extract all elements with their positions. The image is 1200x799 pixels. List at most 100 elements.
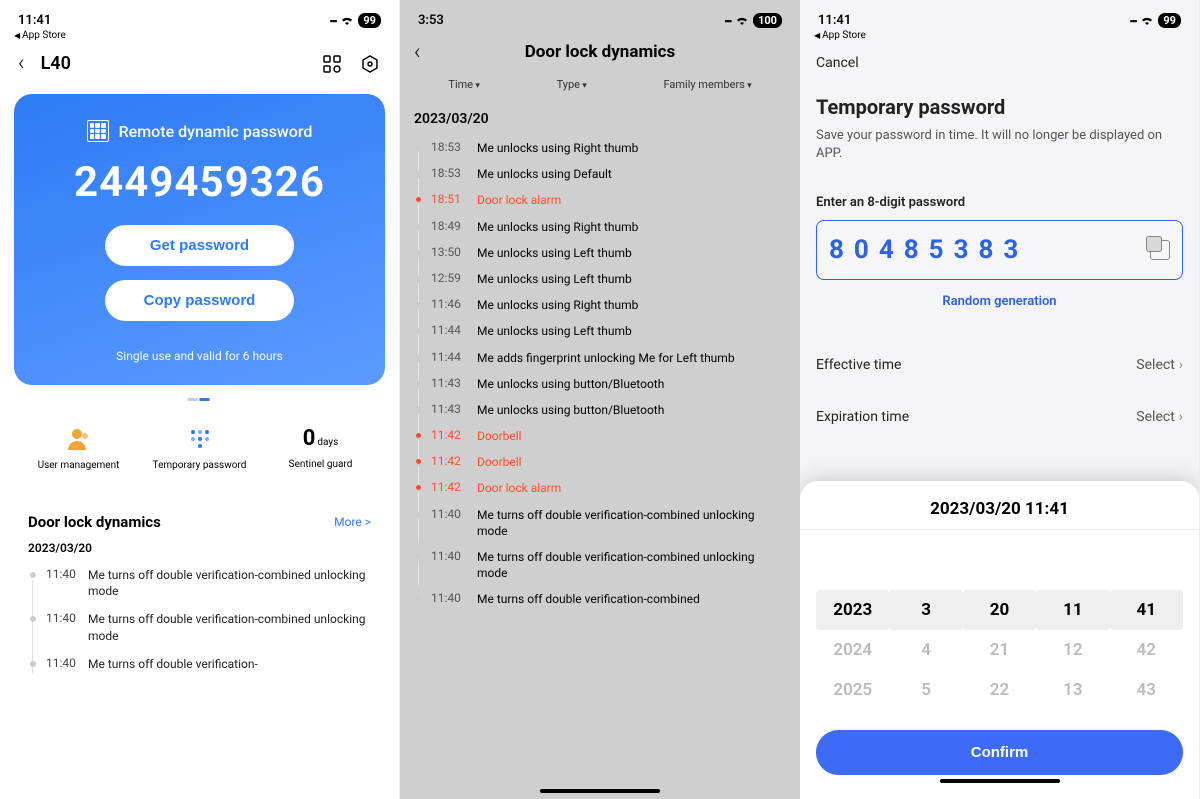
list-item[interactable]: 11:40Me turns off double verification-co… <box>414 544 786 586</box>
list-date-header: 2023/03/20 <box>414 111 786 127</box>
effective-time-row[interactable]: Effective time Select› <box>816 339 1183 391</box>
event-message: Door lock alarm <box>471 480 786 496</box>
picker-option[interactable]: 4 <box>889 630 962 670</box>
expiration-time-row[interactable]: Expiration time Select› <box>816 391 1183 443</box>
list-item[interactable]: 13:50Me unlocks using Left thumb <box>414 240 786 266</box>
picker-option[interactable]: 2025 <box>816 670 889 710</box>
list-item[interactable]: 11:40Me turns off double verification-co… <box>28 605 371 649</box>
picker-option[interactable]: 21 <box>963 630 1036 670</box>
timeline-dot-icon <box>30 572 36 578</box>
list-item[interactable]: 11:43Me unlocks using button/Bluetooth <box>414 371 786 397</box>
event-message: Me turns off double verification-combine… <box>471 549 786 581</box>
status-bar: 3:53 100 <box>400 6 800 28</box>
filter-family[interactable]: Family members <box>664 78 752 91</box>
confirm-button[interactable]: Confirm <box>816 730 1183 775</box>
picker-option[interactable]: 13 <box>1036 670 1109 710</box>
timeline-dot-icon <box>416 596 421 601</box>
dynamics-date: 2023/03/20 <box>28 541 371 555</box>
event-message: Me unlocks using button/Bluetooth <box>471 376 786 392</box>
list-item[interactable]: 11:40Me turns off double verification-co… <box>28 561 371 605</box>
event-message: Me unlocks using Left thumb <box>471 271 786 287</box>
wifi-icon <box>1140 16 1154 26</box>
expiration-time-label: Expiration time <box>816 409 909 425</box>
picker-option[interactable]: 22 <box>963 670 1036 710</box>
list-item[interactable]: 11:44Me unlocks using Left thumb <box>414 318 786 344</box>
back-button[interactable]: ‹ <box>414 40 421 65</box>
sentinel-guard-label: Sentinel guard <box>289 459 353 470</box>
timeline-dot-icon <box>30 661 36 667</box>
dynamics-more-link[interactable]: More > <box>334 515 371 529</box>
datetime-picker[interactable]: 202320242025345202122111213414243 <box>816 590 1183 710</box>
list-item[interactable]: 11:42Doorbell <box>414 423 786 449</box>
nav-title: Door lock dynamics <box>400 42 800 62</box>
qr-icon[interactable] <box>321 53 343 75</box>
timeline-dot-icon <box>416 512 421 517</box>
back-to-appstore[interactable]: App Store <box>800 28 1199 41</box>
timeline-dot-icon <box>30 616 36 622</box>
status-right: 99 <box>330 13 381 28</box>
temporary-password-button[interactable]: Temporary password <box>139 426 260 471</box>
list-item[interactable]: 12:59Me unlocks using Left thumb <box>414 266 786 292</box>
nav-bar: ‹ L40 <box>0 41 399 82</box>
random-generation-link[interactable]: Random generation <box>816 294 1183 309</box>
list-item[interactable]: 11:40Me turns off double verification-co… <box>414 586 786 612</box>
settings-icon[interactable] <box>359 53 381 75</box>
picker-option[interactable]: 43 <box>1110 670 1183 710</box>
picker-column[interactable]: 202320242025 <box>816 590 889 710</box>
timeline-dot-icon <box>416 554 421 559</box>
list-item[interactable]: 18:53Me unlocks using Default <box>414 161 786 187</box>
event-message: Me unlocks using Default <box>471 166 786 182</box>
password-input-box[interactable]: 80485383 <box>816 220 1183 280</box>
event-time: 11:42 <box>431 428 471 442</box>
picker-column[interactable]: 111213 <box>1036 590 1109 710</box>
event-message: Me turns off double verification-combine… <box>471 591 786 607</box>
back-to-appstore[interactable]: App Store <box>0 28 399 41</box>
list-item[interactable]: 18:53Me unlocks using Right thumb <box>414 135 786 161</box>
page-indicator: ▬▬ <box>14 393 385 404</box>
list-item[interactable]: 11:42Doorbell <box>414 449 786 475</box>
list-item[interactable]: 11:46Me unlocks using Right thumb <box>414 292 786 318</box>
home-indicator[interactable] <box>540 789 660 793</box>
event-time: 11:43 <box>431 402 471 416</box>
user-management-button[interactable]: User management <box>18 426 139 471</box>
get-password-button[interactable]: Get password <box>105 225 295 266</box>
sentinel-guard-button[interactable]: 0days Sentinel guard <box>260 426 381 471</box>
list-item[interactable]: 11:44Me adds fingerprint unlocking Me fo… <box>414 345 786 371</box>
picker-column[interactable]: 202122 <box>963 590 1036 710</box>
cancel-button[interactable]: Cancel <box>816 41 1183 79</box>
timeline-dot-icon <box>416 459 421 464</box>
home-indicator[interactable] <box>940 779 1060 783</box>
picker-selected: 11 <box>1036 590 1109 630</box>
list-item[interactable]: 18:49Me unlocks using Right thumb <box>414 214 786 240</box>
event-message: Me unlocks using Right thumb <box>471 219 786 235</box>
timeline-dot-icon <box>416 355 421 360</box>
event-time: 18:53 <box>431 140 471 154</box>
picker-option[interactable]: 2024 <box>816 630 889 670</box>
filter-type[interactable]: Type <box>557 78 587 91</box>
picker-option[interactable]: 12 <box>1036 630 1109 670</box>
screen-lock-home: 11:41 99 App Store ‹ L40 <box>0 0 400 799</box>
picker-option[interactable]: 5 <box>889 670 962 710</box>
picker-column[interactable]: 414243 <box>1110 590 1183 710</box>
picker-column[interactable]: 345 <box>889 590 962 710</box>
back-button[interactable]: ‹ <box>18 51 25 76</box>
event-time: 11:40 <box>431 591 471 605</box>
list-item[interactable]: 11:42Door lock alarm <box>414 475 786 501</box>
list-item[interactable]: 11:40Me turns off double verification- <box>28 650 371 678</box>
nav-title: L40 <box>41 53 71 74</box>
event-time: 11:40 <box>431 507 471 521</box>
dynamics-title: Door lock dynamics <box>28 513 161 531</box>
list-item[interactable]: 11:40Me turns off double verification-co… <box>414 502 786 544</box>
user-management-label: User management <box>38 460 120 471</box>
list-item[interactable]: 18:51Door lock alarm <box>414 187 786 213</box>
password-field-label: Enter an 8-digit password <box>816 195 1183 210</box>
event-time: 11:42 <box>431 454 471 468</box>
copy-password-button[interactable]: Copy password <box>105 280 295 321</box>
wifi-icon <box>340 16 354 26</box>
copy-icon[interactable] <box>1150 240 1170 260</box>
list-item[interactable]: 11:43Me unlocks using button/Bluetooth <box>414 397 786 423</box>
picker-option[interactable]: 42 <box>1110 630 1183 670</box>
event-message: Doorbell <box>471 454 786 470</box>
filter-time[interactable]: Time <box>448 78 479 91</box>
event-time: 18:53 <box>431 166 471 180</box>
